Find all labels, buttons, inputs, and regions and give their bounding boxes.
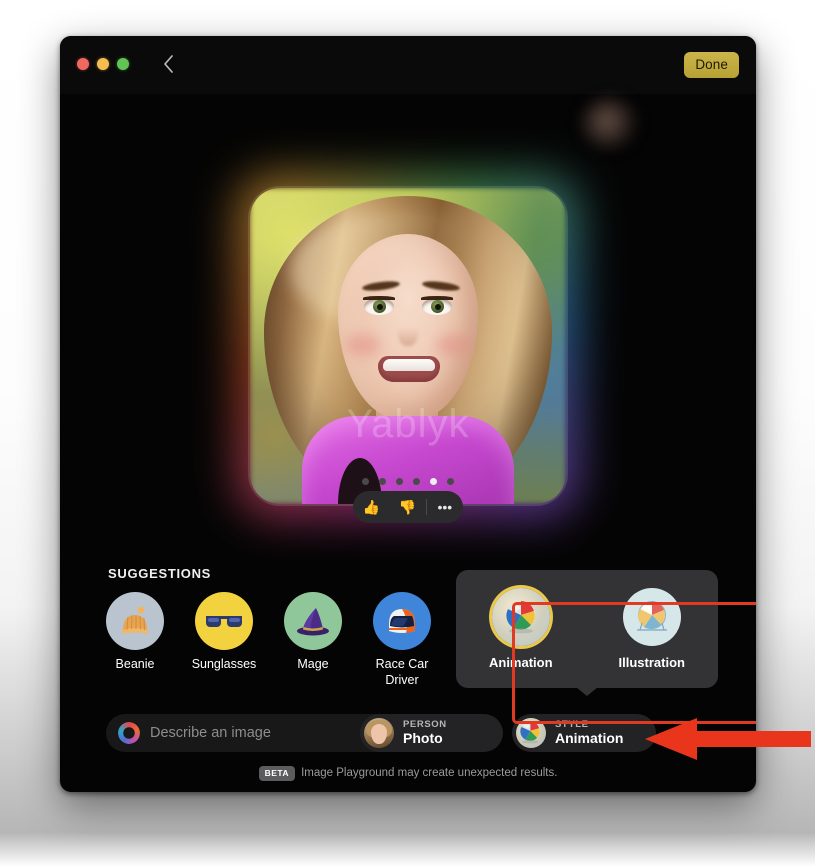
describe-input-placeholder: Describe an image bbox=[150, 725, 271, 741]
portrait-lash-left bbox=[363, 296, 395, 300]
style-option-label: Animation bbox=[488, 655, 553, 670]
portrait-cheek-right bbox=[436, 334, 472, 356]
bottom-controls: Describe an image PERSON Photo STYLE Ani… bbox=[60, 708, 756, 758]
sunglasses-icon bbox=[195, 592, 253, 650]
pager-dot[interactable] bbox=[362, 478, 369, 485]
style-chip-text: STYLE Animation bbox=[555, 720, 623, 746]
style-option[interactable]: Illustration bbox=[619, 588, 685, 670]
suggestion-label: Sunglasses bbox=[191, 657, 257, 671]
portrait-eye-left bbox=[364, 298, 394, 315]
window-titlebar: Done bbox=[60, 36, 756, 94]
animation-ball-icon bbox=[491, 588, 550, 646]
minimize-button[interactable] bbox=[97, 58, 109, 70]
pager-dot[interactable] bbox=[430, 478, 437, 485]
suggestion-item[interactable]: Sunglasses bbox=[191, 592, 257, 688]
more-options-icon[interactable]: ••• bbox=[427, 491, 463, 523]
portrait-pupil-left bbox=[377, 304, 383, 310]
beta-footer: BETA Image Playground may create unexpec… bbox=[60, 766, 756, 781]
pager-dot[interactable] bbox=[413, 478, 420, 485]
person-chip-text: PERSON Photo bbox=[403, 720, 447, 746]
image-playground-window: Done Yablyk 👍 👎 ••• SUGGESTIONS Beanie S… bbox=[60, 36, 756, 792]
style-chip-value: Animation bbox=[555, 730, 624, 747]
portrait-nose bbox=[398, 320, 418, 346]
portrait-cheek-left bbox=[345, 334, 381, 356]
pager-dot[interactable] bbox=[379, 478, 386, 485]
feedback-toolbar: 👍 👎 ••• bbox=[353, 491, 463, 523]
beanie-icon bbox=[106, 592, 164, 650]
style-option[interactable]: Animation bbox=[489, 588, 553, 670]
suggestions-heading: SUGGESTIONS bbox=[108, 566, 212, 581]
beta-disclaimer: Image Playground may create unexpected r… bbox=[301, 767, 558, 780]
back-button[interactable] bbox=[154, 50, 182, 82]
suggestion-label: Mage bbox=[297, 657, 329, 671]
suggestion-item[interactable]: Mage bbox=[282, 592, 344, 688]
person-avatar-icon bbox=[364, 718, 394, 748]
person-chip-value: Photo bbox=[403, 730, 443, 747]
suggestion-item[interactable]: Beanie bbox=[104, 592, 166, 688]
portrait-pupil-right bbox=[435, 304, 441, 310]
pager-dot[interactable] bbox=[396, 478, 403, 485]
thumbs-up-icon[interactable]: 👍 bbox=[353, 491, 389, 523]
illustration-ball-icon bbox=[622, 588, 681, 646]
generated-image-area: Yablyk bbox=[60, 94, 756, 518]
suggestion-label: Race Car Driver bbox=[375, 657, 429, 687]
style-popover: Animation Illustration bbox=[456, 570, 718, 688]
generated-image-card[interactable]: Yablyk bbox=[250, 188, 566, 504]
beta-badge: BETA bbox=[258, 766, 296, 781]
style-chip-kicker: STYLE bbox=[555, 719, 589, 731]
suggestions-list: Beanie Sunglasses Mage Race Car Driver bbox=[104, 592, 433, 688]
prompt-sparkle-icon bbox=[118, 722, 140, 744]
wizard-hat-icon bbox=[284, 592, 342, 650]
animation-ball-icon bbox=[516, 718, 546, 748]
pager-dot[interactable] bbox=[447, 478, 454, 485]
suggestion-item[interactable]: Race Car Driver bbox=[371, 592, 433, 688]
portrait-mouth bbox=[378, 356, 440, 382]
person-chip[interactable]: PERSON Photo bbox=[360, 714, 503, 752]
image-pager-dots[interactable] bbox=[60, 478, 756, 485]
chevron-left-icon bbox=[163, 54, 174, 78]
person-chip-kicker: PERSON bbox=[403, 719, 447, 731]
style-option-label: Illustration bbox=[618, 655, 685, 670]
portrait-lash-right bbox=[421, 296, 453, 300]
racing-helmet-icon bbox=[373, 592, 431, 650]
zoom-button[interactable] bbox=[117, 58, 129, 70]
thumbs-down-icon[interactable]: 👎 bbox=[389, 491, 425, 523]
suggestion-label: Beanie bbox=[115, 657, 155, 671]
done-button[interactable]: Done bbox=[684, 52, 739, 78]
style-popover-caret bbox=[576, 687, 598, 696]
style-chip[interactable]: STYLE Animation bbox=[512, 714, 656, 752]
portrait-teeth bbox=[383, 359, 435, 371]
describe-input[interactable]: Describe an image bbox=[106, 714, 396, 752]
portrait-eye-right bbox=[422, 298, 452, 315]
close-button[interactable] bbox=[77, 58, 89, 70]
